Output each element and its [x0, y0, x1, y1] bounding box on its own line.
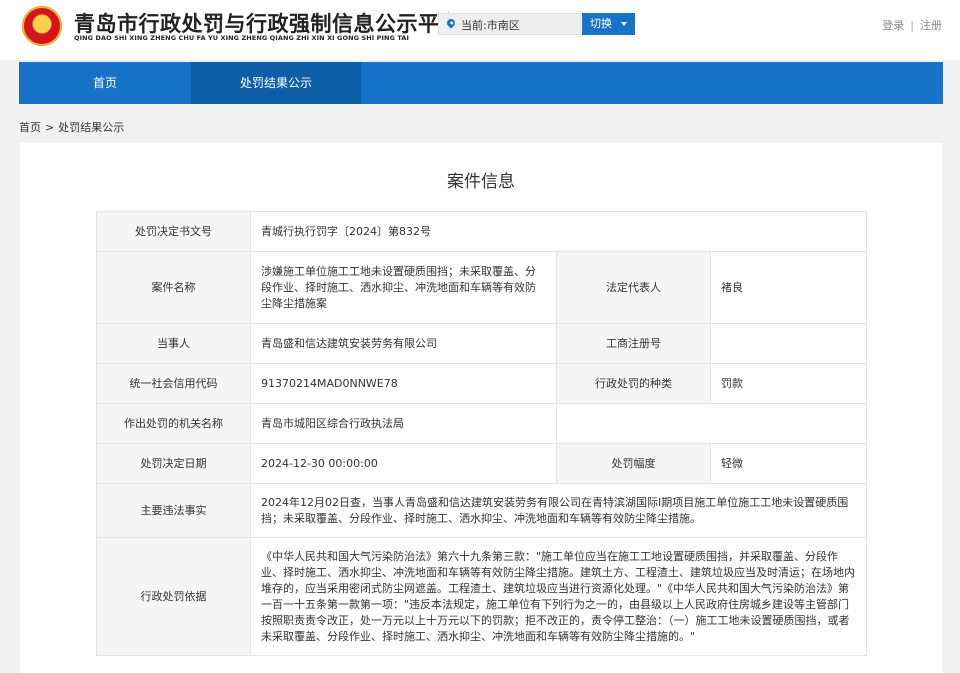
label-decision-date: 处罚决定日期: [96, 443, 251, 484]
table-row: 主要违法事实 2024年12月02日查，当事人青岛盛和信达建筑安装劳务有限公司在…: [96, 483, 868, 538]
label-party: 当事人: [96, 323, 251, 364]
value-legal-rep: 褚良: [709, 251, 868, 324]
table-row: 案件名称 涉嫌施工单位施工工地未设置硬质围挡；未采取覆盖、分段作业、择时施工、洒…: [96, 251, 868, 324]
auth-separator: |: [910, 19, 914, 32]
value-basis: 《中华人民共和国大气污染防治法》第六十九条第三款："施工单位应当在施工工地设置硬…: [249, 537, 868, 656]
case-info-panel: 案件信息 处罚决定书文号 青城行执行罚字〔2024〕第832号 案件名称 涉嫌施…: [20, 143, 942, 673]
value-decision-date: 2024-12-30 00:00:00: [250, 443, 557, 484]
label-biz-reg-no: 工商注册号: [556, 323, 711, 364]
main-nav: 首页 处罚结果公示: [19, 62, 943, 104]
value-biz-reg-no: [709, 323, 868, 364]
register-link[interactable]: 注册: [920, 19, 942, 32]
table-row: 处罚决定日期 2024-12-30 00:00:00 处罚幅度 轻微: [96, 443, 868, 484]
label-credit-code: 统一社会信用代码: [96, 363, 251, 404]
table-row: 作出处罚的机关名称 青岛市城阳区综合行政执法局: [96, 403, 868, 444]
switch-location-button[interactable]: 切换: [582, 13, 635, 35]
value-penalty-type: 罚款: [709, 363, 868, 404]
value-facts: 2024年12月02日查，当事人青岛盛和信达建筑安装劳务有限公司在青特滨湖国际I…: [249, 483, 868, 538]
auth-links: 登录 | 注册: [882, 17, 942, 33]
location-text: 当前:市南区: [461, 17, 520, 33]
breadcrumb-arrow: >: [45, 121, 55, 134]
label-authority: 作出处罚的机关名称: [96, 403, 251, 444]
case-info-table: 处罚决定书文号 青城行执行罚字〔2024〕第832号 案件名称 涉嫌施工单位施工…: [96, 211, 868, 656]
label-penalty-range: 处罚幅度: [556, 443, 711, 484]
label-doc-no: 处罚决定书文号: [96, 211, 251, 252]
label-case-name: 案件名称: [96, 251, 251, 324]
national-emblem-icon: ★: [22, 6, 62, 46]
location-prefix: 当前:: [461, 19, 487, 32]
empty-cell: [555, 403, 868, 444]
page-title: 案件信息: [447, 172, 515, 192]
table-row: 当事人 青岛盛和信达建筑安装劳务有限公司 工商注册号: [96, 323, 868, 364]
value-authority: 青岛市城阳区综合行政执法局: [250, 403, 557, 444]
nav-item-penalty-results[interactable]: 处罚结果公示: [191, 62, 361, 104]
value-case-name: 涉嫌施工单位施工工地未设置硬质围挡；未采取覆盖、分段作业、择时施工、洒水抑尘、冲…: [250, 251, 557, 324]
breadcrumb: 首页 > 处罚结果公示: [19, 119, 124, 135]
site-header: ★ 青岛市行政处罚与行政强制信息公示平台 QING DAO SHI XING Z…: [0, 0, 960, 60]
login-link[interactable]: 登录: [882, 19, 904, 32]
label-basis: 行政处罚依据: [96, 537, 251, 656]
table-row: 统一社会信用代码 91370214MAD0NNWE78 行政处罚的种类 罚款: [96, 363, 868, 404]
current-location: 当前:市南区: [438, 13, 581, 35]
label-legal-rep: 法定代表人: [556, 251, 711, 324]
nav-item-home[interactable]: 首页: [19, 62, 191, 104]
switch-label: 切换: [590, 17, 612, 30]
label-facts: 主要违法事实: [96, 483, 251, 538]
table-row: 处罚决定书文号 青城行执行罚字〔2024〕第832号: [96, 211, 868, 252]
value-penalty-range: 轻微: [709, 443, 868, 484]
value-party: 青岛盛和信达建筑安装劳务有限公司: [250, 323, 557, 364]
table-row: 行政处罚依据 《中华人民共和国大气污染防治法》第六十九条第三款："施工单位应当在…: [96, 537, 868, 656]
value-credit-code: 91370214MAD0NNWE78: [250, 363, 557, 404]
location-pin-icon: [445, 17, 457, 29]
breadcrumb-current[interactable]: 处罚结果公示: [58, 121, 124, 134]
value-doc-no: 青城行执行罚字〔2024〕第832号: [249, 211, 868, 252]
breadcrumb-home[interactable]: 首页: [19, 121, 41, 134]
label-penalty-type: 行政处罚的种类: [556, 363, 711, 404]
location-value: 市南区: [486, 19, 520, 32]
caret-down-icon: [621, 22, 627, 26]
site-subtitle: QING DAO SHI XING ZHENG CHU FA YU XING Z…: [74, 34, 410, 42]
